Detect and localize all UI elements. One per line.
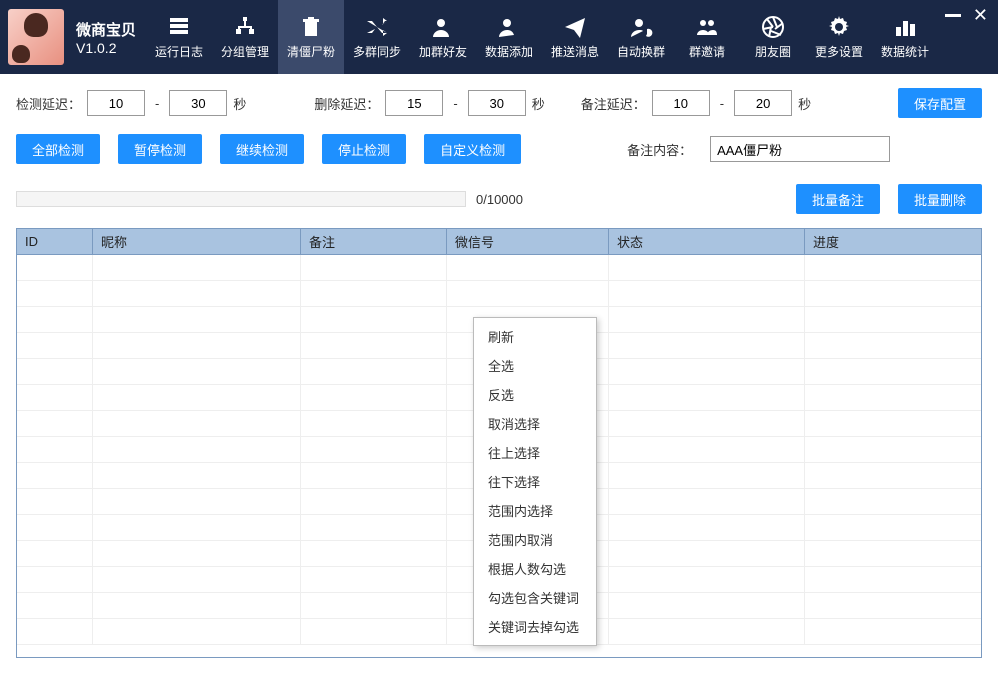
batch-remark-button[interactable]: 批量备注 (796, 184, 880, 214)
ctx-refresh[interactable]: 刷新 (474, 322, 596, 351)
ctx-select-up[interactable]: 往上选择 (474, 438, 596, 467)
resume-button[interactable]: 继续检测 (220, 134, 304, 164)
progress-bar (16, 191, 466, 207)
action-row: 全部检测 暂停检测 继续检测 停止检测 自定义检测 备注内容： (16, 134, 982, 164)
detect-all-button[interactable]: 全部检测 (16, 134, 100, 164)
detect-max-input[interactable] (169, 90, 227, 116)
th-wxid[interactable]: 微信号 (447, 229, 609, 254)
toolbar-clean[interactable]: 清僵尸粉 (278, 0, 344, 74)
delete-min-input[interactable] (385, 90, 443, 116)
ctx-invert[interactable]: 反选 (474, 380, 596, 409)
user-refresh-icon (629, 15, 653, 39)
table-body[interactable]: 刷新 全选 反选 取消选择 往上选择 往下选择 范围内选择 范围内取消 根据人数… (17, 255, 981, 657)
toolbar-autoswap[interactable]: 自动换群 (608, 0, 674, 74)
close-button[interactable]: ✕ (973, 6, 988, 24)
table-row[interactable] (17, 281, 981, 307)
avatar (8, 9, 64, 65)
th-id[interactable]: ID (17, 229, 93, 254)
ctx-select-all[interactable]: 全选 (474, 351, 596, 380)
users-icon (695, 15, 719, 39)
detect-unit: 秒 (233, 94, 246, 113)
remark-delay-label: 备注延迟： (581, 94, 646, 113)
ctx-range-select[interactable]: 范围内选择 (474, 496, 596, 525)
context-menu: 刷新 全选 反选 取消选择 往上选择 往下选择 范围内选择 范围内取消 根据人数… (473, 317, 597, 646)
table-header: ID 昵称 备注 微信号 状态 进度 (17, 229, 981, 255)
toolbar-invite[interactable]: 群邀请 (674, 0, 740, 74)
remark-max-input[interactable] (734, 90, 792, 116)
ctx-keyword-uncheck[interactable]: 关键词去掉勾选 (474, 612, 596, 641)
app-name: 微商宝贝 (76, 19, 136, 40)
titlebar: 微商宝贝 V1.0.2 运行日志 分组管理 清僵尸粉 多群同步 加群好友 数据添… (0, 0, 998, 74)
minimize-button[interactable] (945, 14, 961, 17)
user-add-icon (497, 15, 521, 39)
remark-min-input[interactable] (652, 90, 710, 116)
toolbar-dataadd[interactable]: 数据添加 (476, 0, 542, 74)
toolbar: 运行日志 分组管理 清僵尸粉 多群同步 加群好友 数据添加 推送消息 自动换群 (146, 0, 938, 74)
chart-icon (893, 15, 917, 39)
table-row[interactable] (17, 255, 981, 281)
remark-unit: 秒 (798, 94, 811, 113)
detect-min-input[interactable] (87, 90, 145, 116)
ctx-keyword-check[interactable]: 勾选包含关键词 (474, 583, 596, 612)
toolbar-moments[interactable]: 朋友圈 (740, 0, 806, 74)
ctx-range-deselect[interactable]: 范围内取消 (474, 525, 596, 554)
table: ID 昵称 备注 微信号 状态 进度 刷新 全选 (16, 228, 982, 658)
ctx-select-down[interactable]: 往下选择 (474, 467, 596, 496)
progress-row: 0/10000 批量备注 批量删除 (16, 184, 982, 214)
toolbar-push[interactable]: 推送消息 (542, 0, 608, 74)
ctx-by-count[interactable]: 根据人数勾选 (474, 554, 596, 583)
save-config-button[interactable]: 保存配置 (898, 88, 982, 118)
shuffle-icon (365, 15, 389, 39)
pause-button[interactable]: 暂停检测 (118, 134, 202, 164)
batch-delete-button[interactable]: 批量删除 (898, 184, 982, 214)
dash: - (720, 96, 724, 111)
app-title-block: 微商宝贝 V1.0.2 (76, 19, 136, 56)
user-plus-icon (431, 15, 455, 39)
remark-content-label: 备注内容： (627, 140, 692, 159)
th-status[interactable]: 状态 (609, 229, 805, 254)
delete-unit: 秒 (532, 94, 545, 113)
dash: - (453, 96, 457, 111)
toolbar-group[interactable]: 分组管理 (212, 0, 278, 74)
app-version: V1.0.2 (76, 40, 136, 56)
gear-icon (827, 15, 851, 39)
content: 检测延迟： - 秒 删除延迟： - 秒 备注延迟： - 秒 保存配置 全部检测 … (0, 74, 998, 668)
detect-delay-label: 检测延迟： (16, 94, 81, 113)
trash-icon (299, 15, 323, 39)
delete-max-input[interactable] (468, 90, 526, 116)
dash: - (155, 96, 159, 111)
delete-delay-label: 删除延迟： (314, 94, 379, 113)
th-remark[interactable]: 备注 (301, 229, 447, 254)
th-progress[interactable]: 进度 (805, 229, 981, 254)
log-icon (167, 15, 191, 39)
toolbar-addfriend[interactable]: 加群好友 (410, 0, 476, 74)
ctx-deselect[interactable]: 取消选择 (474, 409, 596, 438)
aperture-icon (761, 15, 785, 39)
window-controls: ✕ (945, 6, 988, 24)
custom-detect-button[interactable]: 自定义检测 (424, 134, 521, 164)
toolbar-log[interactable]: 运行日志 (146, 0, 212, 74)
stop-button[interactable]: 停止检测 (322, 134, 406, 164)
config-row: 检测延迟： - 秒 删除延迟： - 秒 备注延迟： - 秒 保存配置 (16, 88, 982, 118)
remark-content-input[interactable] (710, 136, 890, 162)
th-nick[interactable]: 昵称 (93, 229, 301, 254)
progress-text: 0/10000 (476, 192, 523, 207)
toolbar-sync[interactable]: 多群同步 (344, 0, 410, 74)
send-icon (563, 15, 587, 39)
group-icon (233, 15, 257, 39)
toolbar-settings[interactable]: 更多设置 (806, 0, 872, 74)
toolbar-stats[interactable]: 数据统计 (872, 0, 938, 74)
